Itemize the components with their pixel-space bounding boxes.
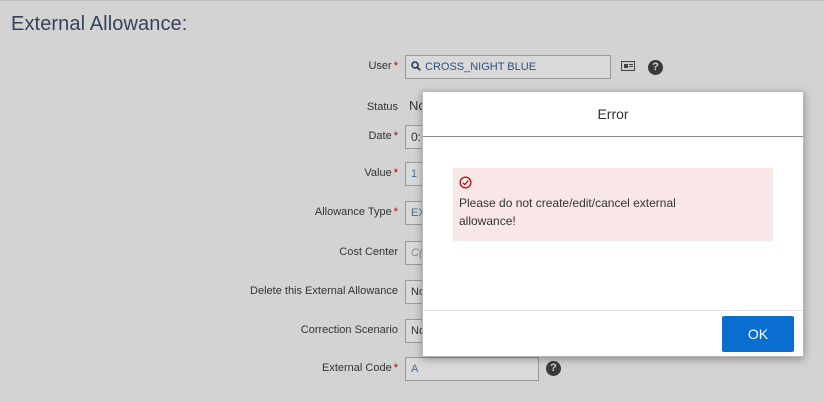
required-marker: * [393,60,398,72]
magnifier-icon[interactable] [411,61,421,71]
user-value: CROSS_NIGHT BLUE [425,61,537,73]
required-marker: * [393,130,398,142]
status-label: Status [366,101,398,113]
required-marker: * [393,167,398,179]
dialog-footer: OK [423,310,803,356]
id-card-icon[interactable] [621,61,635,71]
dialog-title: Error [423,92,803,137]
delete-label: Delete this External Allowance [250,285,398,297]
correction-label: Correction Scenario [300,324,398,336]
ok-button[interactable]: OK [722,316,794,352]
date-label: Date * [368,130,398,142]
cost-center-label: Cost Center [339,246,398,258]
error-message-text: Please do not create/edit/cancel externa… [459,196,676,228]
error-circle-icon [459,176,472,189]
required-marker: * [393,206,398,218]
allowance-type-label: Allowance Type * [314,206,398,218]
page-title: External Allowance: [11,13,188,35]
error-dialog: Error Please do not create/edit/cancel e… [422,91,804,357]
user-field[interactable]: CROSS_NIGHT BLUE [405,55,611,79]
external-code-label: External Code * [322,362,398,374]
error-message-box: Please do not create/edit/cancel externa… [453,168,773,241]
required-marker: * [393,362,398,374]
question-circle-icon[interactable]: ? [546,361,561,376]
external-code-field[interactable]: A [405,357,539,381]
question-circle-icon[interactable]: ? [648,60,663,75]
external-code-row: External Code * A ? [0,357,824,383]
user-row: User * CROSS_NIGHT BLUE ? [0,55,824,81]
user-label: User * [368,60,398,72]
value-label: Value * [364,167,398,179]
